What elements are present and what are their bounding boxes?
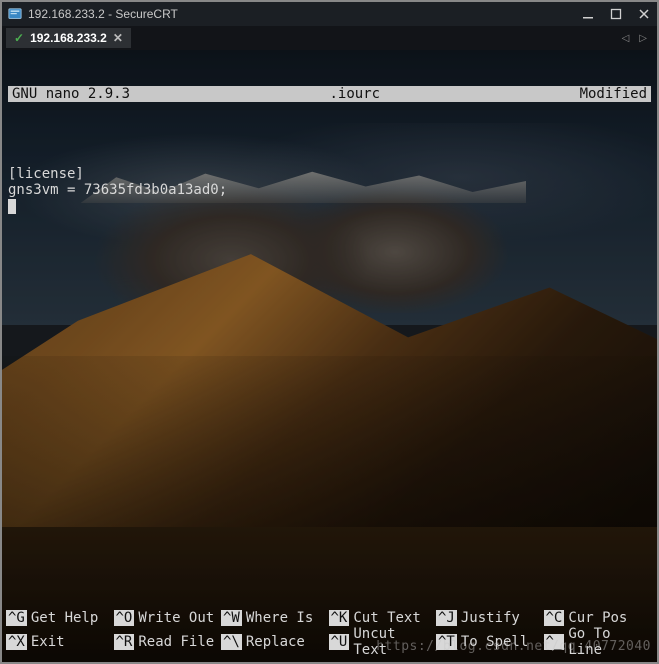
- shortcut-justify[interactable]: ^JJustify: [436, 610, 544, 626]
- shortcut-get-help[interactable]: ^GGet Help: [6, 610, 114, 626]
- app-icon: [8, 7, 22, 21]
- editor-line: gns3vm = 73635fd3b0a13ad0;: [8, 182, 227, 198]
- terminal[interactable]: GNU nano 2.9.3 .iourc Modified [license]…: [2, 50, 657, 662]
- nano-header: GNU nano 2.9.3 .iourc Modified: [8, 86, 651, 102]
- tab-next-icon[interactable]: ▷: [639, 33, 647, 44]
- shortcut-exit[interactable]: ^XExit: [6, 626, 114, 658]
- window-title: 192.168.233.2 - SecureCRT: [28, 7, 581, 21]
- tab-nav: ◁ ▷: [622, 33, 657, 44]
- session-tab[interactable]: ✓ 192.168.233.2 ✕: [6, 28, 131, 48]
- connected-indicator-icon: ✓: [14, 31, 24, 45]
- shortcut-read-file[interactable]: ^RRead File: [114, 626, 222, 658]
- tab-strip: ✓ 192.168.233.2 ✕ ◁ ▷: [2, 26, 657, 50]
- window-controls: [581, 7, 651, 21]
- editor-body[interactable]: [license] gns3vm = 73635fd3b0a13ad0;: [8, 150, 651, 214]
- nano-shortcut-bar: ^GGet Help ^OWrite Out ^WWhere Is ^KCut …: [6, 610, 651, 658]
- close-button[interactable]: [637, 7, 651, 21]
- text-cursor: [8, 199, 16, 214]
- tab-prev-icon[interactable]: ◁: [622, 33, 630, 44]
- shortcut-to-spell[interactable]: ^TTo Spell: [436, 626, 544, 658]
- shortcut-where-is[interactable]: ^WWhere Is: [221, 610, 329, 626]
- shortcut-uncut-text[interactable]: ^UUncut Text: [329, 626, 437, 658]
- nano-version: GNU nano 2.9.3: [12, 86, 130, 102]
- shortcut-go-to-line[interactable]: ^_Go To Line: [544, 626, 652, 658]
- nano-status: Modified: [580, 86, 647, 102]
- maximize-button[interactable]: [609, 7, 623, 21]
- editor-line: [license]: [8, 166, 84, 182]
- tab-close-icon[interactable]: ✕: [113, 31, 123, 45]
- title-bar[interactable]: 192.168.233.2 - SecureCRT: [2, 2, 657, 26]
- tab-label: 192.168.233.2: [30, 31, 107, 45]
- shortcut-cur-pos[interactable]: ^CCur Pos: [544, 610, 652, 626]
- shortcut-write-out[interactable]: ^OWrite Out: [114, 610, 222, 626]
- shortcut-cut-text[interactable]: ^KCut Text: [329, 610, 437, 626]
- app-window: 192.168.233.2 - SecureCRT ✓ 192.168.233.…: [0, 0, 659, 664]
- terminal-content: GNU nano 2.9.3 .iourc Modified [license]…: [8, 54, 651, 658]
- shortcut-row: ^XExit ^RRead File ^\Replace ^UUncut Tex…: [6, 626, 651, 658]
- minimize-button[interactable]: [581, 7, 595, 21]
- shortcut-row: ^GGet Help ^OWrite Out ^WWhere Is ^KCut …: [6, 610, 651, 626]
- shortcut-replace[interactable]: ^\Replace: [221, 626, 329, 658]
- nano-filename: .iourc: [130, 86, 580, 102]
